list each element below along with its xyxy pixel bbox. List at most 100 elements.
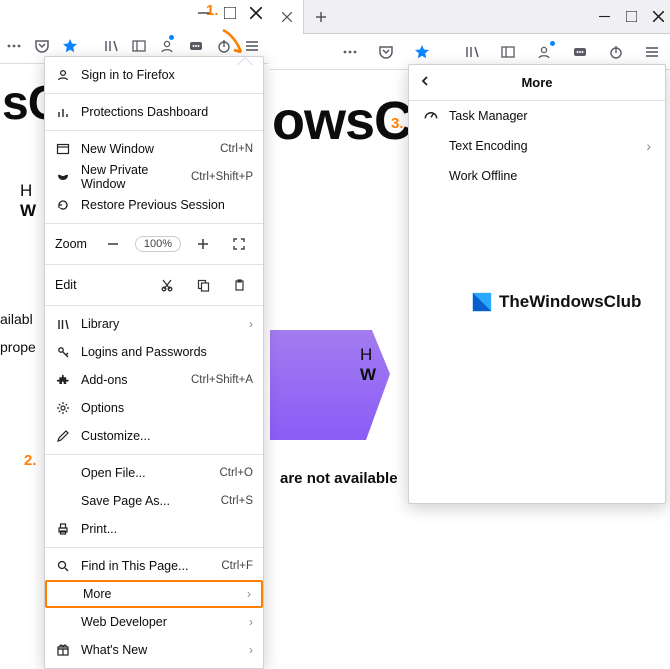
menu-web-developer[interactable]: Web Developer › xyxy=(45,608,263,636)
menu-protections[interactable]: Protections Dashboard xyxy=(45,98,263,126)
zoom-in-button[interactable] xyxy=(189,232,217,256)
menu-label: Library xyxy=(81,317,239,331)
zoom-level[interactable]: 100% xyxy=(135,236,181,252)
shortcut-text: Ctrl+F xyxy=(221,560,253,572)
paste-button[interactable] xyxy=(225,273,253,297)
maximize-icon[interactable] xyxy=(626,10,637,25)
menu-label: Restore Previous Session xyxy=(81,198,253,212)
menu-whats-new[interactable]: What's New › xyxy=(45,636,263,664)
hamburger-menu-icon[interactable] xyxy=(638,38,666,66)
menu-signin[interactable]: Sign in to Firefox xyxy=(45,61,263,89)
menu-label: Logins and Passwords xyxy=(81,345,253,359)
menu-label: More xyxy=(83,587,237,601)
tab-strip xyxy=(270,0,670,34)
menu-label: Find in This Page... xyxy=(81,559,211,573)
shortcut-text: Ctrl+Shift+P xyxy=(191,171,253,183)
menu-edit-row: Edit xyxy=(45,269,263,301)
submenu-label: Text Encoding xyxy=(449,139,636,153)
account-icon xyxy=(55,68,71,82)
menu-label: Print... xyxy=(81,522,253,536)
menu-label: Add-ons xyxy=(81,373,181,387)
search-icon xyxy=(55,559,71,573)
sidebar-icon[interactable] xyxy=(494,38,522,66)
submenu-work-offline[interactable]: Work Offline xyxy=(409,161,665,191)
library-icon[interactable] xyxy=(458,38,486,66)
pocket-icon[interactable] xyxy=(372,38,400,66)
puzzle-icon xyxy=(55,373,71,387)
window-controls xyxy=(0,0,268,28)
overflow-dots-icon[interactable] xyxy=(4,32,24,60)
account-icon[interactable] xyxy=(530,38,558,66)
window-icon xyxy=(55,142,71,156)
menu-label: What's New xyxy=(81,643,239,657)
new-tab-button[interactable] xyxy=(304,0,338,34)
close-icon[interactable] xyxy=(653,10,664,25)
more-submenu: More Task Manager Text Encoding › Work O… xyxy=(408,64,666,504)
menu-new-private[interactable]: New Private Window Ctrl+Shift+P xyxy=(45,163,263,191)
print-icon xyxy=(55,522,71,536)
menu-save-as[interactable]: Save Page As... Ctrl+S xyxy=(45,487,263,515)
menu-label: Options xyxy=(81,401,253,415)
menu-library[interactable]: Library › xyxy=(45,310,263,338)
menu-label: Protections Dashboard xyxy=(81,105,253,119)
chevron-right-icon: › xyxy=(249,317,253,331)
submenu-title: More xyxy=(435,75,639,90)
menu-label: New Window xyxy=(81,142,210,156)
overflow-dots-icon[interactable] xyxy=(336,38,364,66)
submenu-label: Work Offline xyxy=(449,169,651,183)
menu-find[interactable]: Find in This Page... Ctrl+F xyxy=(45,552,263,580)
bookmark-star-icon[interactable] xyxy=(408,38,436,66)
menu-zoom-row: Zoom 100% xyxy=(45,228,263,260)
submenu-text-encoding[interactable]: Text Encoding › xyxy=(409,131,665,161)
zoom-out-button[interactable] xyxy=(99,232,127,256)
logo-icon xyxy=(471,291,493,313)
chevron-right-icon: › xyxy=(249,643,253,657)
menu-more[interactable]: More › xyxy=(45,580,263,608)
library-icon xyxy=(55,317,71,331)
minimize-icon[interactable] xyxy=(599,10,610,25)
menu-label: Customize... xyxy=(81,429,253,443)
watermark: TheWindowsClub xyxy=(471,291,641,313)
cut-button[interactable] xyxy=(153,273,181,297)
menu-label: Sign in to Firefox xyxy=(81,68,253,82)
application-menu: Sign in to Firefox Protections Dashboard… xyxy=(44,56,264,669)
menu-label: Open File... xyxy=(81,466,209,480)
chevron-right-icon: › xyxy=(247,587,251,601)
menu-new-window[interactable]: New Window Ctrl+N xyxy=(45,135,263,163)
maximize-icon[interactable] xyxy=(224,7,236,22)
step-number-1: 1. xyxy=(206,2,219,19)
menu-addons[interactable]: Add-ons Ctrl+Shift+A xyxy=(45,366,263,394)
submenu-task-manager[interactable]: Task Manager xyxy=(409,101,665,131)
key-icon xyxy=(55,345,71,359)
right-browser-window: owsC H W are not available More Task Man… xyxy=(270,0,670,508)
submenu-label: Task Manager xyxy=(449,109,651,123)
menu-customize[interactable]: Customize... xyxy=(45,422,263,450)
menu-label: Zoom xyxy=(55,237,91,251)
menu-print[interactable]: Print... xyxy=(45,515,263,543)
close-icon[interactable] xyxy=(250,7,262,22)
menu-open-file[interactable]: Open File... Ctrl+O xyxy=(45,459,263,487)
page-text-fragment: are not available xyxy=(280,470,398,487)
step-number-2: 2. xyxy=(24,452,37,469)
menu-label: New Private Window xyxy=(81,163,181,191)
chevron-right-icon: › xyxy=(646,138,651,154)
gear-icon xyxy=(55,401,71,415)
back-button[interactable] xyxy=(419,75,435,90)
watermark-text: TheWindowsClub xyxy=(499,292,641,312)
menu-restore-session[interactable]: Restore Previous Session xyxy=(45,191,263,219)
power-icon[interactable] xyxy=(602,38,630,66)
fullscreen-button[interactable] xyxy=(225,232,253,256)
menu-options[interactable]: Options xyxy=(45,394,263,422)
menu-label: Edit xyxy=(55,278,145,292)
extension-icon[interactable] xyxy=(566,38,594,66)
menu-label: Web Developer xyxy=(81,615,239,629)
shortcut-text: Ctrl+Shift+A xyxy=(191,374,253,386)
shortcut-text: Ctrl+S xyxy=(221,495,253,507)
copy-button[interactable] xyxy=(189,273,217,297)
gift-icon xyxy=(55,643,71,657)
shortcut-text: Ctrl+O xyxy=(219,467,253,479)
menu-logins[interactable]: Logins and Passwords xyxy=(45,338,263,366)
page-text-fragment: W xyxy=(360,365,376,385)
tab-close[interactable] xyxy=(270,0,304,34)
mask-icon xyxy=(55,170,71,184)
